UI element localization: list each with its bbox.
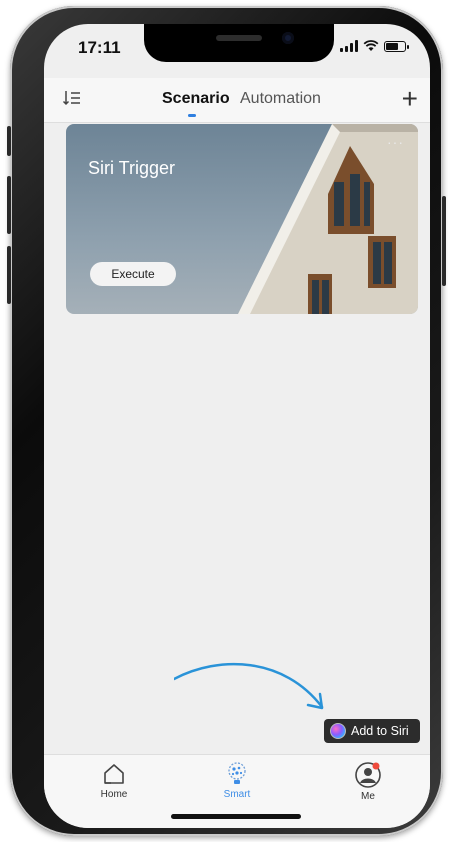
more-options-icon[interactable]: ··· <box>387 134 404 150</box>
wifi-icon <box>363 40 379 51</box>
volume-up-button <box>7 176 11 234</box>
active-tab-indicator <box>188 114 196 117</box>
sort-icon[interactable] <box>62 88 82 108</box>
power-button <box>442 196 446 286</box>
cellular-signal-icon <box>340 40 358 52</box>
front-camera <box>282 32 294 44</box>
home-indicator <box>171 814 301 819</box>
nav-home[interactable]: Home <box>74 761 154 800</box>
add-to-siri-label: Add to Siri <box>351 724 409 738</box>
battery-icon <box>384 40 409 52</box>
scene-title: Siri Trigger <box>88 158 176 178</box>
nav-smart-label: Smart <box>223 789 251 800</box>
smart-bulb-icon <box>228 762 246 784</box>
nav-home-label: Home <box>100 789 128 800</box>
add-icon[interactable]: + <box>402 85 418 113</box>
mute-switch <box>7 126 11 156</box>
nav-me-label: Me <box>361 791 375 802</box>
nav-smart[interactable]: Smart <box>197 761 277 800</box>
add-to-siri-button[interactable]: Add to Siri <box>324 719 420 743</box>
notch <box>144 24 334 62</box>
tab-automation[interactable]: Automation <box>240 90 321 108</box>
top-bar: Scenario Automation + <box>44 78 430 123</box>
scene-card[interactable]: Siri Trigger ··· Execute <box>66 124 418 314</box>
volume-down-button <box>7 246 11 304</box>
status-time: 17:11 <box>78 38 121 57</box>
curved-arrow-icon <box>174 662 324 710</box>
execute-button[interactable]: Execute <box>90 262 176 286</box>
avatar-icon <box>355 762 381 788</box>
app-screen: 17:11 Scenario Automation + Siri Trigger… <box>44 24 430 828</box>
nav-me[interactable]: Me <box>328 761 408 802</box>
tab-scenario[interactable]: Scenario <box>162 90 230 108</box>
phone-frame: 17:11 Scenario Automation + Siri Trigger… <box>7 6 446 836</box>
status-icons <box>340 40 409 52</box>
speaker-grille <box>216 35 262 41</box>
house-image <box>238 124 418 314</box>
siri-icon <box>330 723 346 739</box>
house-icon <box>104 764 124 784</box>
